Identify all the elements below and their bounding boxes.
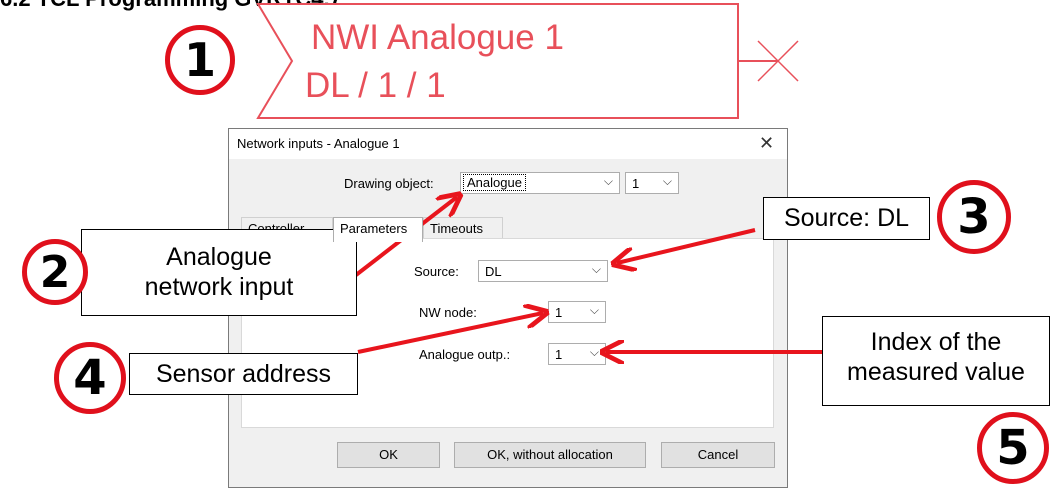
arrow-to-nw-node	[357, 313, 543, 354]
callout-sensor-address: Sensor address	[129, 353, 358, 395]
badge-4: 4	[54, 342, 126, 414]
callout-index-measured-value: Index of the measured value	[822, 316, 1050, 406]
callout-analogue-network-input: Analogue network input	[81, 229, 357, 316]
badge-5: 5	[977, 412, 1049, 484]
tab-parameters[interactable]: Parameters	[333, 217, 423, 242]
callout-source-dl: Source: DL	[763, 197, 930, 240]
badge-2: 2	[22, 239, 88, 305]
badge-3: 3	[937, 180, 1011, 254]
arrow-to-source	[617, 228, 756, 263]
